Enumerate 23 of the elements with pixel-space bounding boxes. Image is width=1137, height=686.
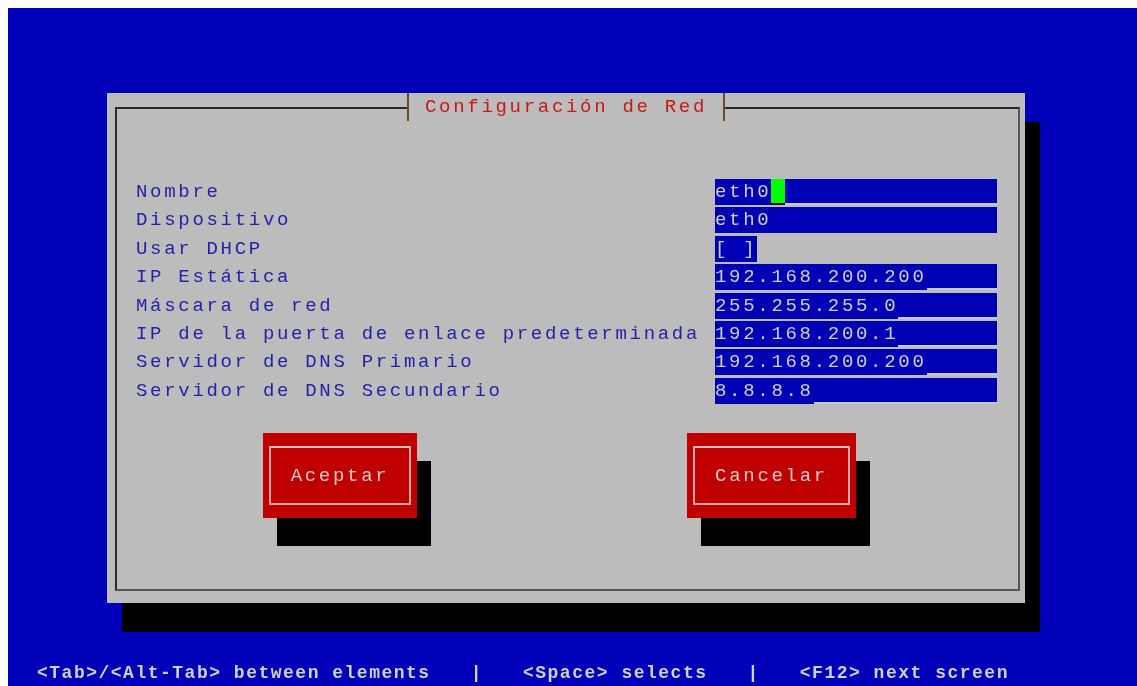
field-label: Dispositivo <box>136 208 293 234</box>
separator: | <box>747 663 760 683</box>
input-field-value[interactable]: 192.168.200.200 <box>715 349 927 376</box>
input-field-underline <box>926 264 997 291</box>
input-field-value[interactable]: 255.255.255.0 <box>715 292 899 319</box>
separator: | <box>470 663 483 683</box>
input-field-value[interactable]: 192.168.200.200 <box>715 264 927 291</box>
dialog-title: Configuración de Red <box>407 93 725 121</box>
field-label: IP de la puerta de enlace predeterminada <box>136 321 702 347</box>
input-field-value[interactable]: 8.8.8.8 <box>715 377 814 404</box>
input-field-value[interactable]: 192.168.200.1 <box>715 320 899 347</box>
key-hint: <Tab>/<Alt-Tab> between elements <box>37 663 431 683</box>
field-label: Nombre <box>136 180 222 205</box>
input-field-value[interactable]: eth0 <box>715 179 772 205</box>
key-hint: <Space> selects <box>522 663 708 683</box>
checkbox[interactable]: [ ] <box>715 235 758 262</box>
field-label: Servidor de DNS Secundario <box>136 378 504 404</box>
key-hint: <F12> next screen <box>799 663 1009 683</box>
field-label: Servidor de DNS Primario <box>136 350 476 376</box>
device-value: eth0 <box>715 207 772 234</box>
field-label: Máscara de red <box>136 293 335 319</box>
field-label: Usar DHCP <box>136 236 264 262</box>
field-label: IP Estática <box>136 265 293 291</box>
